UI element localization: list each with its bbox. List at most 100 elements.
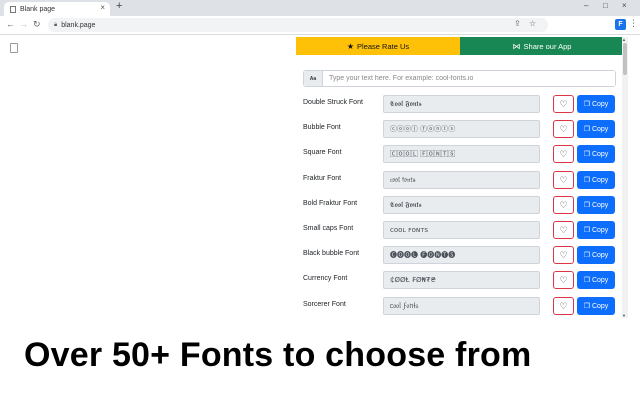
minimize-button[interactable]: – xyxy=(584,1,588,10)
favorite-button[interactable]: ♡ xyxy=(553,221,574,239)
copy-icon: ❐ xyxy=(583,202,590,209)
share-icon: ⋈ xyxy=(512,41,521,51)
blank-page-icon xyxy=(10,43,18,53)
font-name: Bold Fraktur Font xyxy=(303,200,358,207)
browser-window: Blank page × + – □ × ← → ↻ 🔒︎ blank.page… xyxy=(0,0,640,318)
copy-icon: ❐ xyxy=(583,151,590,158)
favorite-button[interactable]: ♡ xyxy=(553,196,574,214)
copy-label: Copy xyxy=(591,251,609,259)
rate-us-label: Please Rate Us xyxy=(357,41,410,51)
font-name: Fraktur Font xyxy=(303,175,342,182)
font-preview[interactable]: 🅒🅞🅞🅛 🅕🅞🅝🅣🅢 xyxy=(383,246,540,264)
copy-icon: ❐ xyxy=(583,177,590,184)
text-input[interactable] xyxy=(323,71,615,86)
tab-title: Blank page xyxy=(20,5,56,13)
scroll-thumb[interactable] xyxy=(623,43,627,75)
font-preview[interactable]: ₵ØØⱠ ₣Ø₦₮₴ xyxy=(383,271,540,289)
font-preview[interactable]: 𝕮𝖔𝖔𝖑 𝕱𝖔𝖓𝖙𝖘 xyxy=(383,196,540,214)
copy-label: Copy xyxy=(591,302,609,310)
menu-icon[interactable]: ⋮ xyxy=(629,18,638,29)
reload-button[interactable]: ↻ xyxy=(33,19,41,30)
copy-label: Copy xyxy=(591,226,609,234)
heart-icon: ♡ xyxy=(559,123,568,134)
font-name: Double Struck Font xyxy=(303,99,363,106)
favorite-button[interactable]: ♡ xyxy=(553,171,574,189)
heart-icon: ♡ xyxy=(559,224,568,235)
font-row: Double Struck Font 𝕮𝖔𝖔𝖑 𝕱𝖔𝖓𝖙𝖘 ♡ ❐ Copy xyxy=(296,94,626,114)
heart-icon: ♡ xyxy=(559,148,568,159)
scroll-up-icon[interactable]: ▲ xyxy=(622,37,626,42)
font-name: Bubble Font xyxy=(303,124,341,131)
tab-close-icon[interactable]: × xyxy=(100,3,105,12)
font-preview[interactable]: ᴄᴏᴏʟ ꜰᴏɴᴛꜱ xyxy=(383,221,540,239)
copy-label: Copy xyxy=(591,201,609,209)
copy-icon: ❐ xyxy=(583,277,590,284)
font-row: Bold Fraktur Font 𝕮𝖔𝖔𝖑 𝕱𝖔𝖓𝖙𝖘 ♡ ❐ Copy xyxy=(296,195,626,215)
heart-icon: ♡ xyxy=(559,98,568,109)
share-icon[interactable]: ⇪ xyxy=(514,19,521,28)
favorite-button[interactable]: ♡ xyxy=(553,120,574,138)
extension-icon[interactable]: F xyxy=(615,19,626,30)
font-name: Currency Font xyxy=(303,275,348,282)
rate-us-button[interactable]: ★ Please Rate Us xyxy=(296,37,460,55)
text-format-icon: Aa xyxy=(304,71,323,86)
copy-button[interactable]: ❐ Copy xyxy=(577,145,615,163)
copy-button[interactable]: ❐ Copy xyxy=(577,221,615,239)
address-text: blank.page xyxy=(61,21,96,29)
copy-label: Copy xyxy=(591,176,609,184)
favorite-button[interactable]: ♡ xyxy=(553,271,574,289)
scroll-down-icon[interactable]: ▼ xyxy=(622,313,626,318)
forward-button[interactable]: → xyxy=(19,19,28,29)
copy-button[interactable]: ❐ Copy xyxy=(577,95,615,113)
maximize-button[interactable]: □ xyxy=(603,1,608,10)
share-app-button[interactable]: ⋈ Share our App xyxy=(460,37,624,55)
copy-button[interactable]: ❐ Copy xyxy=(577,196,615,214)
heart-icon: ♡ xyxy=(559,300,568,311)
font-preview[interactable]: ᥴ᥆᥆ᥣ ϝ᥆ᥒƚ᥉ xyxy=(383,297,540,315)
heart-icon: ♡ xyxy=(559,249,568,260)
favorite-button[interactable]: ♡ xyxy=(553,246,574,264)
font-preview[interactable]: ⓒⓞⓞⓛ ⓕⓞⓝⓣⓢ xyxy=(383,120,540,138)
copy-icon: ❐ xyxy=(583,227,590,234)
font-row: Fraktur Font 𝔠𝔬𝔬𝔩 𝔣𝔬𝔫𝔱𝔰 ♡ ❐ Copy xyxy=(296,170,626,190)
page-favicon-icon xyxy=(10,5,16,13)
copy-button[interactable]: ❐ Copy xyxy=(577,271,615,289)
copy-button[interactable]: ❐ Copy xyxy=(577,120,615,138)
favorite-button[interactable]: ♡ xyxy=(553,297,574,315)
close-window-button[interactable]: × xyxy=(622,1,627,10)
copy-label: Copy xyxy=(591,276,609,284)
font-name: Small caps Font xyxy=(303,225,354,232)
top-buttons: ★ Please Rate Us ⋈ Share our App xyxy=(296,37,624,55)
star-icon: ★ xyxy=(346,41,355,51)
heart-icon: ♡ xyxy=(559,199,568,210)
copy-button[interactable]: ❐ Copy xyxy=(577,297,615,315)
font-preview[interactable]: 𝕮𝖔𝖔𝖑 𝕱𝖔𝖓𝖙𝖘 xyxy=(383,95,540,113)
copy-icon: ❐ xyxy=(583,126,590,133)
copy-button[interactable]: ❐ Copy xyxy=(577,246,615,264)
text-input-group: Aa xyxy=(303,70,616,87)
font-preview[interactable]: 🄲🄾🄾🄻 🄵🄾🄽🅃🅂 xyxy=(383,145,540,163)
favorite-button[interactable]: ♡ xyxy=(553,145,574,163)
promo-caption: Over 50+ Fonts to choose from xyxy=(24,336,532,374)
copy-label: Copy xyxy=(591,150,609,158)
copy-label: Copy xyxy=(591,125,609,133)
font-row: Black bubble Font 🅒🅞🅞🅛 🅕🅞🅝🅣🅢 ♡ ❐ Copy xyxy=(296,245,626,265)
scrollbar[interactable]: ▲ ▼ xyxy=(622,37,628,318)
heart-icon: ♡ xyxy=(559,174,568,185)
font-row: Small caps Font ᴄᴏᴏʟ ꜰᴏɴᴛꜱ ♡ ❐ Copy xyxy=(296,220,626,240)
copy-button[interactable]: ❐ Copy xyxy=(577,171,615,189)
copy-label: Copy xyxy=(591,100,609,108)
star-icon[interactable]: ☆ xyxy=(529,19,536,28)
lock-icon: 🔒︎ xyxy=(54,21,58,28)
font-preview[interactable]: 𝔠𝔬𝔬𝔩 𝔣𝔬𝔫𝔱𝔰 xyxy=(383,171,540,189)
copy-icon: ❐ xyxy=(583,303,590,310)
copy-icon: ❐ xyxy=(583,252,590,259)
new-tab-button[interactable]: + xyxy=(116,0,122,12)
tab-blank-page[interactable]: Blank page × xyxy=(4,2,110,16)
address-bar[interactable]: 🔒︎ blank.page xyxy=(48,18,548,32)
heart-icon: ♡ xyxy=(559,274,568,285)
font-row: Currency Font ₵ØØⱠ ₣Ø₦₮₴ ♡ ❐ Copy xyxy=(296,270,626,290)
favorite-button[interactable]: ♡ xyxy=(553,95,574,113)
font-name: Sorcerer Font xyxy=(303,301,346,308)
back-button[interactable]: ← xyxy=(6,19,15,29)
